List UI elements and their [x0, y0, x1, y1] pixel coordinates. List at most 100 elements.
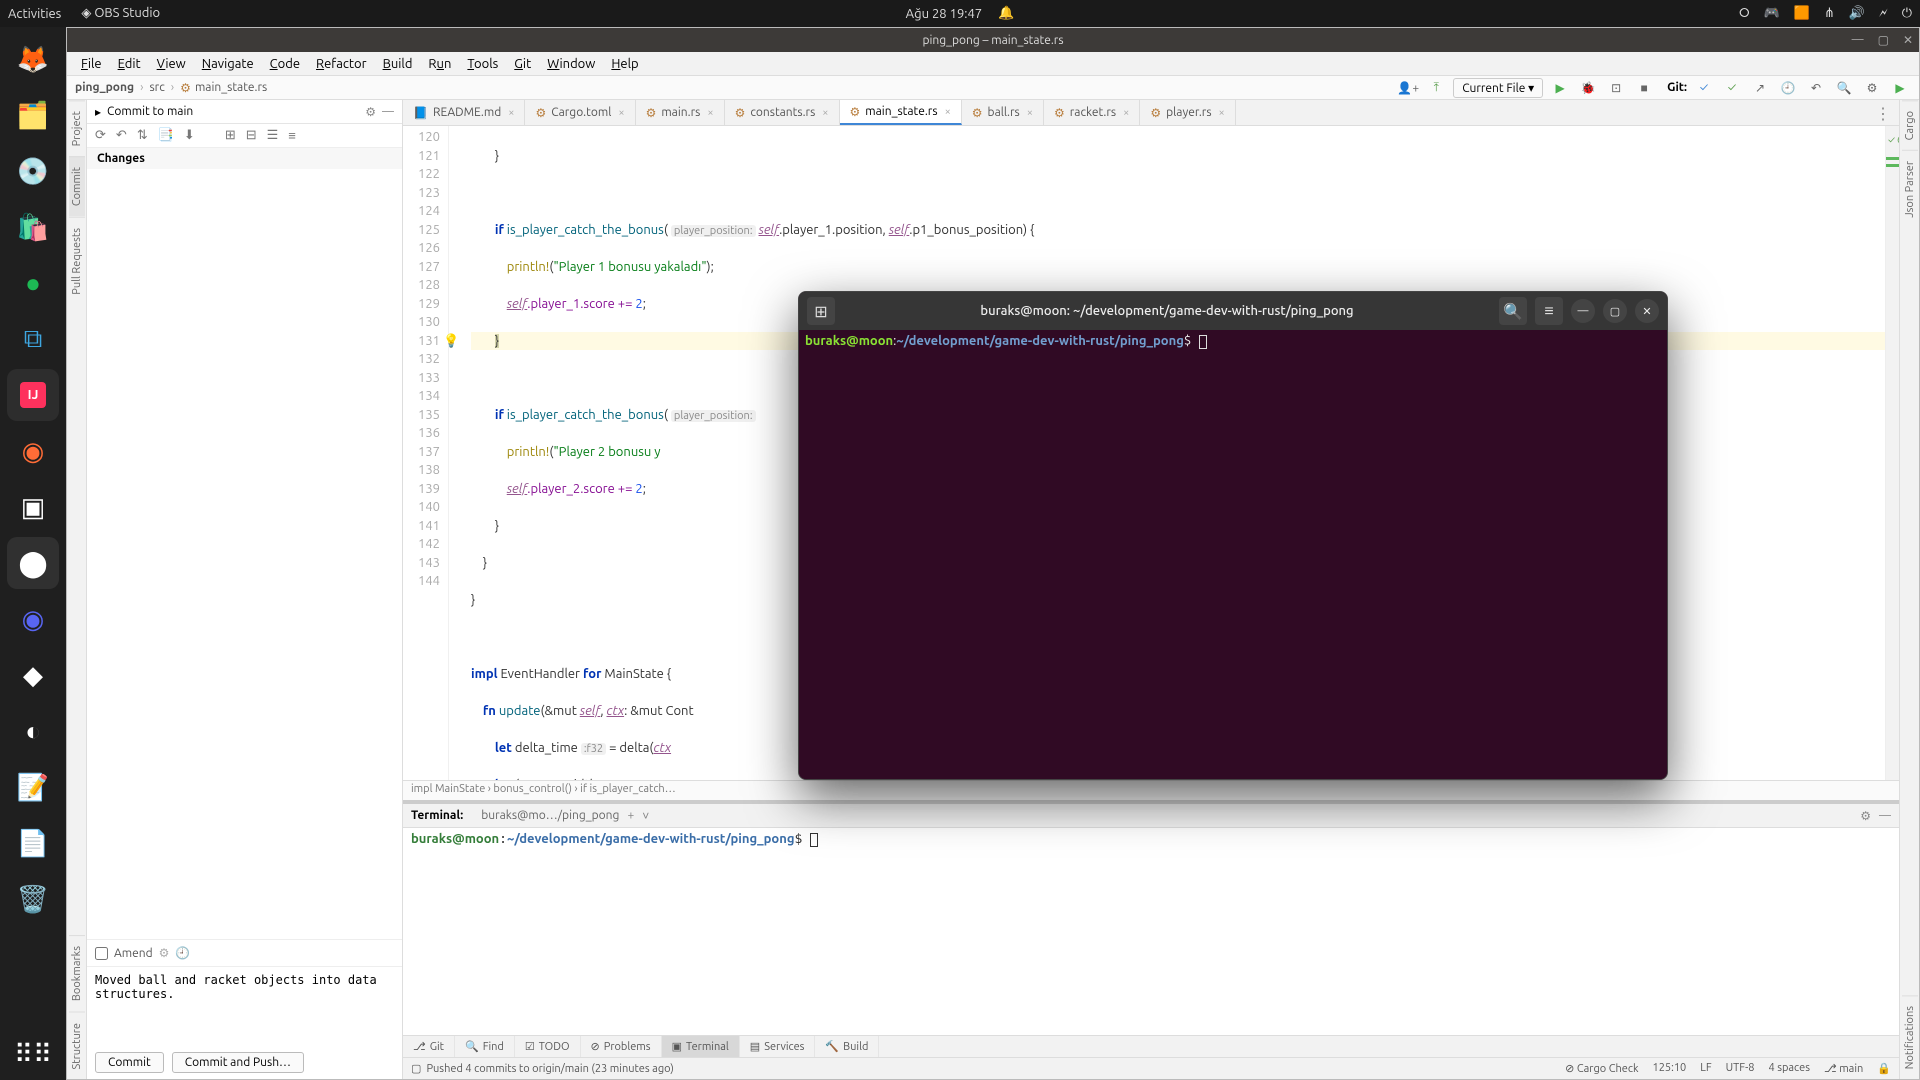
terminal-search-icon[interactable]: 🔍: [1499, 297, 1527, 325]
tab-mainstate[interactable]: ⚙main_state.rs×: [840, 100, 962, 125]
commit-button[interactable]: Commit: [95, 1052, 164, 1073]
tool-terminal[interactable]: ▣ Terminal: [662, 1036, 740, 1057]
status-pos[interactable]: 125:10: [1653, 1062, 1687, 1075]
activities-button[interactable]: Activities: [8, 7, 61, 21]
git-history-icon[interactable]: 🕘: [1777, 78, 1799, 98]
view2-icon[interactable]: ≡: [288, 128, 296, 143]
git-push-icon[interactable]: ↗: [1749, 78, 1771, 98]
dock-trash[interactable]: 🗑️: [7, 873, 59, 925]
terminal-hide-icon[interactable]: —: [1879, 809, 1891, 822]
dock-discord[interactable]: ◉: [7, 593, 59, 645]
search-icon[interactable]: 🔍: [1833, 78, 1855, 98]
editor-scrollbar[interactable]: ✓6 ^ ˅: [1885, 126, 1899, 780]
tab-main[interactable]: ⚙main.rs×: [636, 100, 725, 125]
tab-cargo[interactable]: Cargo: [1902, 100, 1918, 150]
dock-apps-grid[interactable]: ⠿⠿: [7, 1028, 59, 1080]
dock-steam[interactable]: ◐: [7, 705, 59, 757]
status-indent[interactable]: 4 spaces: [1768, 1062, 1810, 1075]
coverage-icon[interactable]: ⊡: [1605, 78, 1627, 98]
build-icon[interactable]: ⤒: [1425, 78, 1447, 98]
menu-tools[interactable]: Tools: [461, 55, 504, 73]
menu-run[interactable]: Run: [422, 55, 457, 73]
dock-app2[interactable]: 📄: [7, 817, 59, 869]
amend-history-icon[interactable]: 🕘: [175, 946, 190, 960]
terminal-maximize-icon[interactable]: ▢: [1603, 299, 1627, 323]
nav-file[interactable]: main_state.rs: [195, 81, 267, 94]
menu-build[interactable]: Build: [377, 55, 419, 73]
run-icon[interactable]: ▶: [1549, 78, 1571, 98]
gear-icon[interactable]: ⚙: [365, 105, 376, 119]
terminal-menu-icon[interactable]: ≡: [1535, 297, 1563, 325]
discord-tray-icon[interactable]: 🎮: [1764, 6, 1780, 21]
tab-racket[interactable]: ⚙racket.rs×: [1044, 100, 1140, 125]
close-icon[interactable]: ✕: [1903, 33, 1913, 47]
dock-obs[interactable]: ⬤: [7, 537, 59, 589]
git-update-icon[interactable]: ✓: [1693, 78, 1715, 98]
intention-bulb-icon[interactable]: 💡: [443, 332, 459, 351]
commit-message-input[interactable]: Moved ball and racket objects into data …: [87, 966, 402, 1046]
tool-todo[interactable]: ☑ TODO: [515, 1036, 581, 1057]
menu-refactor[interactable]: Refactor: [310, 55, 373, 73]
run-config-select[interactable]: Current File ▾: [1453, 78, 1543, 98]
dock-gedit[interactable]: 📝: [7, 761, 59, 813]
new-tab-button[interactable]: ⊞: [807, 297, 835, 325]
tab-cargo[interactable]: ⚙Cargo.toml×: [525, 100, 635, 125]
tab-menu-icon[interactable]: ⋮: [1867, 100, 1899, 125]
breadcrumb[interactable]: impl MainState › bonus_control() › if is…: [403, 780, 1899, 800]
dock-terminal[interactable]: ▣: [7, 481, 59, 533]
changes-tree[interactable]: [87, 169, 402, 939]
menu-file[interactable]: File: [75, 55, 108, 73]
tool-git[interactable]: ⎇ Git: [403, 1036, 455, 1057]
dock-disks[interactable]: 💿: [7, 145, 59, 197]
shelve-icon[interactable]: 📑: [158, 128, 174, 143]
diff-icon[interactable]: ⇅: [137, 128, 148, 143]
status-lock-icon[interactable]: 🔒: [1877, 1062, 1891, 1075]
amend-gear-icon[interactable]: ⚙: [159, 946, 170, 960]
nav-dir[interactable]: src: [149, 81, 164, 94]
nav-project[interactable]: ping_pong: [75, 81, 134, 94]
view-icon[interactable]: ☰: [267, 128, 279, 143]
battery-status-icon[interactable]: 🗲: [1879, 6, 1888, 21]
status-eol[interactable]: LF: [1700, 1062, 1711, 1075]
dock-software[interactable]: 🛍️: [7, 201, 59, 253]
menu-view[interactable]: View: [151, 55, 192, 73]
tray-icon[interactable]: ⭘: [1739, 6, 1749, 21]
hide-icon[interactable]: —: [382, 105, 394, 118]
refresh-icon[interactable]: ⟳: [95, 128, 106, 143]
battery-icon[interactable]: 🟧: [1794, 6, 1810, 21]
group-icon[interactable]: ⬇: [184, 128, 195, 143]
current-app[interactable]: ◈ OBS Studio: [81, 6, 160, 21]
tab-project[interactable]: Project: [69, 100, 85, 156]
add-config-icon[interactable]: 👤+: [1397, 78, 1419, 98]
tab-player[interactable]: ⚙player.rs×: [1140, 100, 1235, 125]
tab-readme[interactable]: 📘README.md×: [403, 100, 525, 125]
minimize-icon[interactable]: —: [1852, 33, 1864, 47]
tool-build[interactable]: 🔨 Build: [815, 1036, 879, 1057]
terminal-close-icon[interactable]: ✕: [1635, 299, 1659, 323]
bell-icon[interactable]: 🔔: [998, 6, 1014, 21]
tab-structure[interactable]: Structure: [69, 1012, 85, 1080]
gnome-terminal-body[interactable]: buraks@moon:~/development/game-dev-with-…: [799, 330, 1667, 779]
git-commit-icon[interactable]: ✓: [1721, 78, 1743, 98]
tab-commit[interactable]: Commit: [69, 156, 85, 216]
menu-edit[interactable]: Edit: [112, 55, 147, 73]
rollback-icon[interactable]: ↶: [116, 128, 127, 143]
power-icon[interactable]: ⏻: [1902, 6, 1912, 21]
tab-pull-requests[interactable]: Pull Requests: [69, 217, 85, 305]
terminal-session-tab[interactable]: buraks@mo…/ping_pong: [481, 809, 619, 822]
run-anything-icon[interactable]: ▶: [1889, 78, 1911, 98]
dock-intellij[interactable]: IJ: [7, 369, 59, 421]
new-session-icon[interactable]: +: [627, 809, 634, 822]
status-encoding[interactable]: UTF-8: [1726, 1062, 1755, 1075]
tab-json-parser[interactable]: Json Parser: [1902, 150, 1918, 228]
expand-all-icon[interactable]: ⊞: [225, 128, 236, 143]
tool-find[interactable]: 🔍 Find: [455, 1036, 515, 1057]
status-box-icon[interactable]: ▢: [411, 1062, 421, 1075]
commit-push-button[interactable]: Commit and Push…: [172, 1052, 304, 1073]
menu-help[interactable]: Help: [605, 55, 644, 73]
tab-bookmarks[interactable]: Bookmarks: [69, 935, 85, 1011]
session-dropdown-icon[interactable]: ˅: [642, 809, 649, 823]
dock-vscode[interactable]: ⧉: [7, 313, 59, 365]
status-branch[interactable]: ⎇ main: [1824, 1062, 1863, 1075]
tab-constants[interactable]: ⚙constants.rs×: [725, 100, 840, 125]
